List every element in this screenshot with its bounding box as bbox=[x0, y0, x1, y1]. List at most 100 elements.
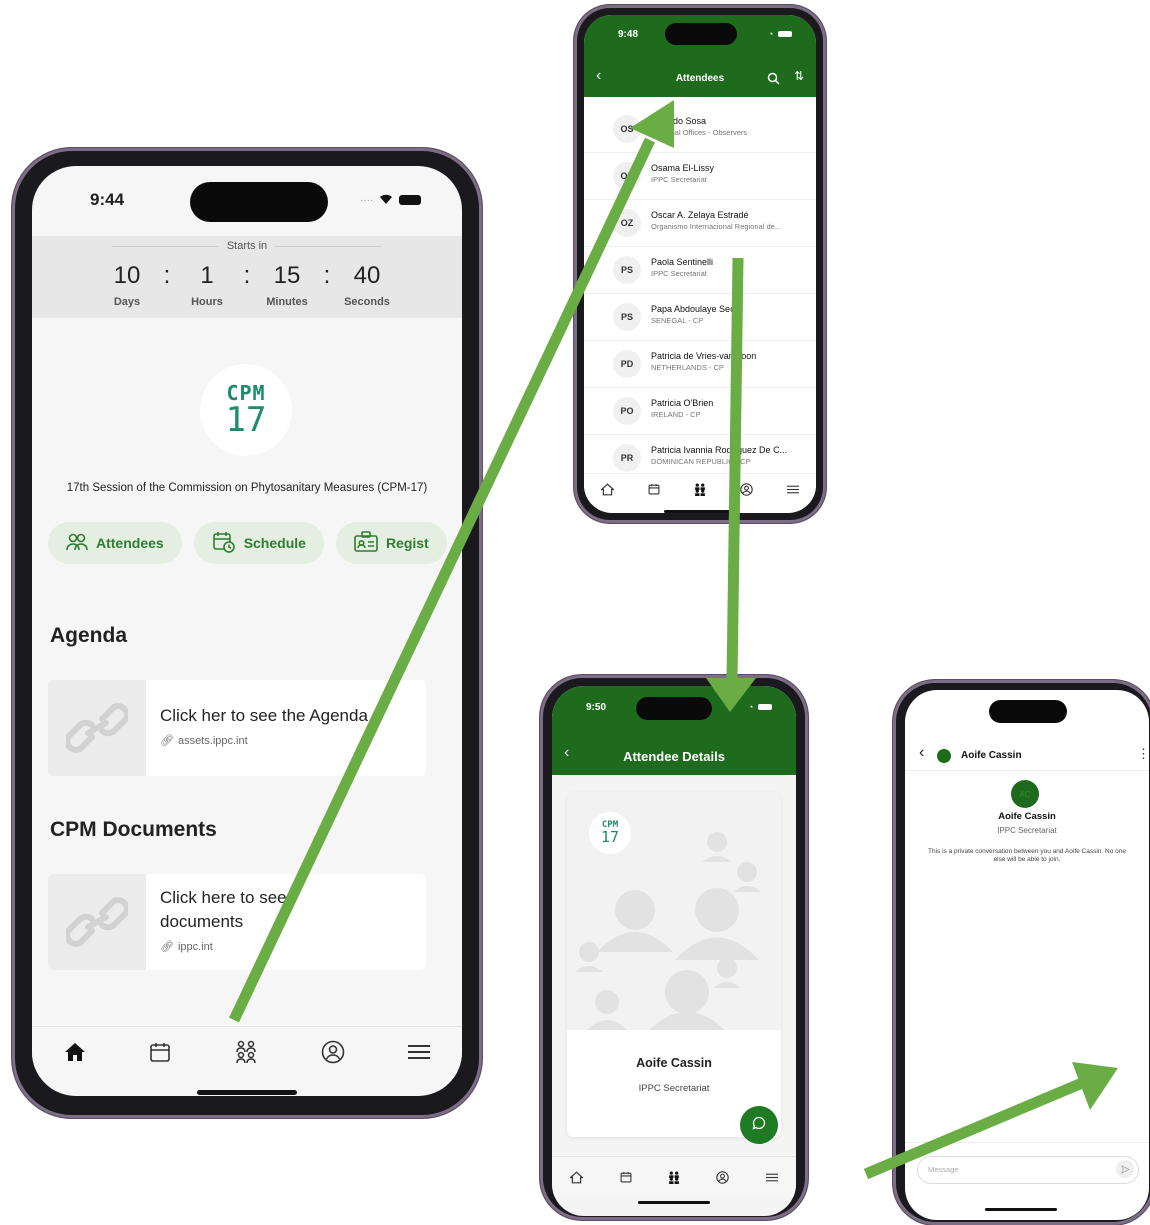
agenda-link-host: 🔗︎ assets.ippc.int bbox=[160, 735, 248, 747]
dynamic-island bbox=[636, 697, 712, 720]
status-time: 9:44 bbox=[90, 190, 125, 209]
home-screen: 9:44 ···· Starts in 10 Days : 1 Hours : 15… bbox=[32, 166, 462, 1096]
countdown-seconds: 40 Seconds bbox=[344, 262, 390, 308]
private-chat-notice: This is a private conversation between y… bbox=[927, 848, 1126, 863]
chat-contact-org: IPPC Secretariat bbox=[997, 826, 1057, 835]
send-icon[interactable] bbox=[1116, 1160, 1134, 1178]
calendar-icon[interactable] bbox=[149, 1041, 171, 1063]
home-indicator bbox=[197, 1090, 297, 1095]
dynamic-island bbox=[989, 700, 1067, 723]
chat-contact-title: Aoife Cassin bbox=[998, 811, 1056, 822]
status-icons: ◔ bbox=[748, 702, 773, 712]
bottom-tab-bar bbox=[584, 473, 816, 504]
attendees-screen: 9:48 ◔ ‹ Attendees ⇅ OS Orlando Sosa Regio… bbox=[584, 15, 816, 513]
chat-contact-name: Aoife Cassin bbox=[961, 750, 1022, 761]
detail-header: 9:50 ◔ ‹ Attendee Details bbox=[552, 686, 796, 775]
documents-title: CPM Documents bbox=[50, 818, 217, 841]
menu-icon[interactable] bbox=[787, 485, 799, 494]
chat-screen: ‹ Aoife Cassin ⋮ AC Aoife Cassin IPPC Se… bbox=[905, 690, 1149, 1220]
paperclip-icon: 🔗︎ bbox=[160, 941, 174, 953]
message-input[interactable]: Message bbox=[917, 1156, 1139, 1184]
status-time: 9:50 bbox=[586, 702, 607, 713]
people-icon bbox=[66, 532, 88, 555]
profile-icon[interactable] bbox=[716, 1170, 730, 1184]
detail-title: Attendee Details bbox=[623, 749, 725, 764]
status-icons: ◔ bbox=[768, 29, 793, 39]
contact-avatar: AC bbox=[1011, 780, 1039, 808]
battery-icon bbox=[399, 195, 422, 205]
menu-icon[interactable] bbox=[765, 1173, 778, 1182]
registration-button[interactable]: Regist bbox=[335, 522, 447, 564]
menu-icon[interactable] bbox=[408, 1044, 431, 1060]
home-icon[interactable] bbox=[601, 482, 614, 496]
agenda-link-card[interactable]: Click her to see the Agenda 🔗︎ assets.ipp… bbox=[48, 680, 426, 776]
documents-link-text: Click here to see documents bbox=[160, 888, 287, 931]
search-icon[interactable] bbox=[767, 72, 780, 90]
sort-icon[interactable]: ⇅ bbox=[794, 69, 804, 83]
profile-icon[interactable] bbox=[740, 482, 753, 496]
attendees-title: Attendees bbox=[675, 73, 725, 84]
countdown-separator: : bbox=[323, 262, 331, 289]
countdown-values: 10 Days : 1 Hours : 15 Minutes : 40 Seconds bbox=[32, 262, 462, 308]
profile-icon[interactable] bbox=[321, 1040, 345, 1064]
attendee-row[interactable]: PS Paola Sentinelli IPPC Secretariat bbox=[584, 246, 816, 294]
chat-bubble-icon bbox=[752, 1116, 766, 1135]
detail-screen: 9:50 ◔ ‹ Attendee Details CPM 17 Aoife C… bbox=[552, 686, 796, 1216]
home-icon[interactable] bbox=[570, 1170, 584, 1184]
calendar-icon[interactable] bbox=[620, 1171, 632, 1183]
countdown-minutes: 15 Minutes bbox=[266, 262, 308, 308]
dynamic-island bbox=[190, 182, 328, 222]
attendee-row[interactable]: PO Patricia O'Brien IRELAND - CP bbox=[584, 387, 816, 435]
home-phone: 9:44 ···· Starts in 10 Days : 1 Hours : 15… bbox=[12, 148, 482, 1118]
wifi-icon bbox=[378, 192, 394, 208]
bottom-tab-bar bbox=[552, 1156, 796, 1197]
status-time: 9:48 bbox=[618, 29, 639, 40]
attendees-icon[interactable] bbox=[668, 1171, 680, 1184]
attendee-name: Aoife Cassin bbox=[636, 1056, 712, 1070]
attendee-row[interactable]: OZ Oscar A. Zelaya Estradé Organismo Inter… bbox=[584, 199, 816, 247]
countdown-hours: 1 Hours bbox=[191, 262, 223, 308]
countdown-separator: : bbox=[163, 262, 171, 289]
detail-phone: 9:50 ◔ ‹ Attendee Details CPM 17 Aoife C… bbox=[540, 675, 808, 1220]
id-card-icon bbox=[354, 530, 378, 556]
documents-link-host: 🔗︎ ippc.int bbox=[160, 941, 213, 953]
status-icons: ···· bbox=[360, 192, 422, 208]
link-icon bbox=[48, 874, 146, 970]
attendee-row[interactable]: PD Patricia de Vries-van Loon NETHERLANDS … bbox=[584, 340, 816, 388]
attendee-row[interactable]: OS Orlando Sosa Regional Offices - Observe… bbox=[584, 105, 816, 153]
chat-button[interactable] bbox=[740, 1106, 778, 1144]
attendee-row[interactable]: PS Papa Abdoulaye Seck SENEGAL - CP bbox=[584, 293, 816, 341]
home-indicator bbox=[664, 510, 736, 513]
calendar-icon[interactable] bbox=[648, 483, 660, 495]
countdown-label: Starts in bbox=[32, 240, 462, 252]
countdown-days: 10 Days bbox=[113, 262, 141, 308]
countdown-separator: : bbox=[243, 262, 251, 289]
session-title: 17th Session of the Commission on Phytos… bbox=[66, 482, 428, 494]
home-indicator bbox=[638, 1201, 710, 1204]
contact-avatar-small bbox=[937, 749, 951, 763]
calendar-clock-icon bbox=[212, 530, 236, 557]
attendee-row[interactable]: OE Osama El-Lissy IPPC Secretariat bbox=[584, 152, 816, 200]
attendees-button[interactable]: Attendees bbox=[48, 522, 182, 564]
back-button[interactable]: ‹ bbox=[919, 744, 924, 762]
link-icon bbox=[48, 680, 146, 776]
attendees-phone: 9:48 ◔ ‹ Attendees ⇅ OS Orlando Sosa Regio… bbox=[574, 5, 826, 523]
agenda-title: Agenda bbox=[50, 624, 128, 647]
dynamic-island bbox=[665, 23, 737, 45]
attendees-icon[interactable] bbox=[235, 1040, 257, 1064]
home-icon[interactable] bbox=[64, 1042, 86, 1062]
cpm17-logo: CPM 17 bbox=[200, 364, 292, 456]
message-placeholder: Message bbox=[928, 1165, 959, 1174]
attendees-icon[interactable] bbox=[694, 483, 706, 496]
attendee-card: CPM 17 Aoife Cassin IPPC Secretariat bbox=[567, 792, 781, 1137]
more-options-icon[interactable]: ⋮ bbox=[1137, 746, 1149, 762]
bottom-tab-bar bbox=[32, 1026, 462, 1077]
profile-placeholder-image: CPM 17 bbox=[567, 792, 781, 1032]
cpm17-logo: CPM 17 bbox=[589, 812, 631, 854]
paperclip-icon: 🔗︎ bbox=[160, 735, 174, 747]
documents-link-card[interactable]: Click here to see documents 🔗︎ ippc.int bbox=[48, 874, 426, 970]
countdown-panel: Starts in 10 Days : 1 Hours : 15 Minutes : … bbox=[32, 236, 462, 318]
schedule-button[interactable]: Schedule bbox=[193, 522, 324, 564]
home-indicator bbox=[985, 1208, 1057, 1211]
attendees-header: 9:48 ◔ ‹ Attendees ⇅ bbox=[584, 15, 816, 97]
